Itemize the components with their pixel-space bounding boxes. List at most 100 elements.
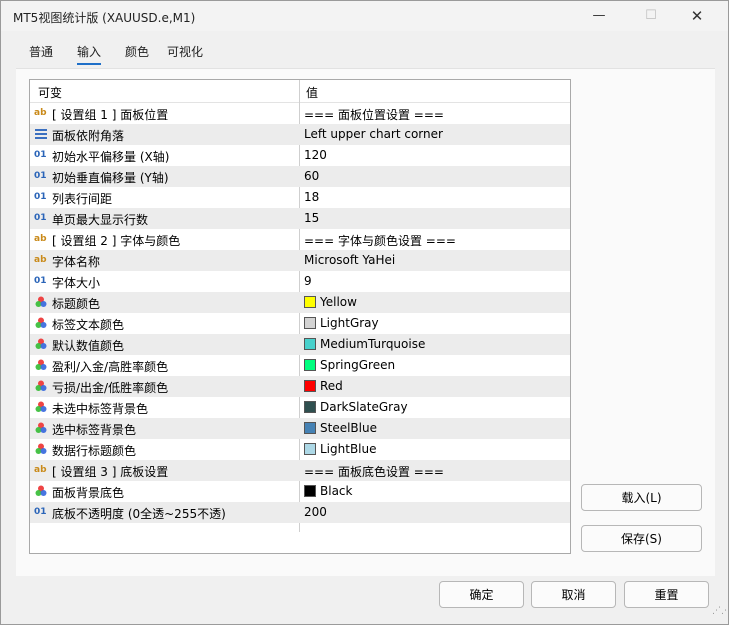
color-swatch[interactable]	[304, 317, 316, 329]
table-row[interactable]: 01 列表行间距 18	[30, 187, 570, 208]
table-row[interactable]: 01 底板不透明度 (0全透~255不透) 200	[30, 502, 570, 523]
row-value[interactable]: 200	[304, 505, 327, 519]
color-swatch[interactable]	[304, 401, 316, 413]
row-value[interactable]: 9	[304, 274, 312, 288]
color-type-icon	[34, 442, 48, 456]
number-type-icon: 01	[34, 507, 47, 517]
row-label: 初始垂直偏移量 (Y轴)	[52, 171, 169, 185]
row-value[interactable]: Left upper chart corner	[304, 127, 443, 141]
row-value[interactable]: DarkSlateGray	[320, 400, 408, 414]
row-label: 标签文本颜色	[52, 318, 125, 332]
load-button[interactable]: 载入(L)	[581, 484, 702, 511]
reset-button[interactable]: 重置	[624, 581, 709, 608]
color-swatch[interactable]	[304, 338, 316, 350]
number-type-icon: 01	[34, 150, 47, 160]
color-swatch[interactable]	[304, 296, 316, 308]
row-label: 标题颜色	[52, 297, 101, 311]
grid-header: 可变 值	[30, 80, 570, 103]
table-row[interactable]: 面板依附角落 Left upper chart corner	[30, 124, 570, 145]
table-row[interactable]: ab [ 设置组 3 ] 底板设置 === 面板底色设置 ===	[30, 460, 570, 481]
row-label: 数据行标题颜色	[52, 444, 137, 458]
title-bar: MT5视图统计版 (XAUUSD.e,M1) — ☐ ✕	[1, 1, 728, 31]
settings-dialog: MT5视图统计版 (XAUUSD.e,M1) — ☐ ✕ 普通 输入 颜色 可视…	[0, 0, 729, 625]
number-type-icon: 01	[34, 192, 47, 202]
row-value[interactable]: Black	[320, 484, 352, 498]
number-type-icon: 01	[34, 276, 47, 286]
row-label: 初始水平偏移量 (X轴)	[52, 150, 170, 164]
tab-inputs[interactable]: 输入	[77, 43, 102, 65]
row-value[interactable]: 18	[304, 190, 319, 204]
tab-general[interactable]: 普通	[29, 43, 53, 60]
table-row[interactable]: 面板背景底色 Black	[30, 481, 570, 502]
row-value[interactable]: Yellow	[320, 295, 357, 309]
table-row[interactable]: ab [ 设置组 2 ] 字体与颜色 === 字体与颜色设置 ===	[30, 229, 570, 250]
table-row[interactable]: 01 字体大小 9	[30, 271, 570, 292]
tab-colors[interactable]: 颜色	[125, 43, 149, 60]
row-value[interactable]: 120	[304, 148, 327, 162]
table-row[interactable]: 盈利/入金/高胜率颜色 SpringGreen	[30, 355, 570, 376]
color-swatch[interactable]	[304, 422, 316, 434]
color-swatch[interactable]	[304, 485, 316, 497]
number-type-icon: 01	[34, 171, 47, 181]
row-label: 单页最大显示行数	[52, 213, 149, 227]
string-type-icon: ab	[34, 234, 47, 244]
row-label: 默认数值颜色	[52, 339, 125, 353]
column-header-value[interactable]: 值	[306, 84, 318, 101]
row-value[interactable]: 15	[304, 211, 319, 225]
table-row[interactable]: 01 单页最大显示行数 15	[30, 208, 570, 229]
row-value[interactable]: === 面板位置设置 ===	[304, 106, 444, 123]
row-label: 面板依附角落	[52, 129, 125, 143]
table-row[interactable]: 亏损/出金/低胜率颜色 Red	[30, 376, 570, 397]
table-row[interactable]: 01 初始垂直偏移量 (Y轴) 60	[30, 166, 570, 187]
table-row[interactable]: 默认数值颜色 MediumTurquoise	[30, 334, 570, 355]
color-type-icon	[34, 484, 48, 498]
row-value[interactable]: SpringGreen	[320, 358, 395, 372]
color-type-icon	[34, 358, 48, 372]
table-row[interactable]: 标题颜色 Yellow	[30, 292, 570, 313]
string-type-icon: ab	[34, 465, 47, 475]
table-row[interactable]: 未选中标签背景色 DarkSlateGray	[30, 397, 570, 418]
close-button[interactable]: ✕	[674, 1, 720, 31]
string-type-icon: ab	[34, 255, 47, 265]
color-type-icon	[34, 337, 48, 351]
row-value[interactable]: MediumTurquoise	[320, 337, 425, 351]
row-label: 字体大小	[52, 276, 101, 290]
row-label: [ 设置组 2 ] 字体与颜色	[52, 234, 181, 248]
row-value[interactable]: Microsoft YaHei	[304, 253, 395, 267]
inputs-grid[interactable]: 可变 值 ab[ 设置组 1 ] 面板位置 === 面板位置设置 === 面板依附角…	[29, 79, 571, 554]
table-row[interactable]: ab 字体名称 Microsoft YaHei	[30, 250, 570, 271]
row-value[interactable]: 60	[304, 169, 319, 183]
table-row[interactable]: 标签文本颜色 LightGray	[30, 313, 570, 334]
color-swatch[interactable]	[304, 443, 316, 455]
color-swatch[interactable]	[304, 359, 316, 371]
row-label: [ 设置组 1 ] 面板位置	[52, 108, 169, 122]
row-label: 字体名称	[52, 255, 101, 269]
color-swatch[interactable]	[304, 380, 316, 392]
string-type-icon: ab	[34, 108, 47, 118]
row-label: 底板不透明度 (0全透~255不透)	[52, 507, 226, 521]
row-value[interactable]: Red	[320, 379, 343, 393]
cancel-button[interactable]: 取消	[531, 581, 616, 608]
number-type-icon: 01	[34, 213, 47, 223]
row-value[interactable]: === 面板底色设置 ===	[304, 463, 444, 480]
save-button[interactable]: 保存(S)	[581, 525, 702, 552]
color-type-icon	[34, 379, 48, 393]
table-row[interactable]: ab [ 设置组 1 ] 面板位置 === 面板位置设置 ===	[30, 103, 570, 124]
row-value[interactable]: SteelBlue	[320, 421, 377, 435]
enum-type-icon	[34, 127, 48, 141]
table-row[interactable]: 选中标签背景色 SteelBlue	[30, 418, 570, 439]
row-value[interactable]: === 字体与颜色设置 ===	[304, 232, 456, 249]
maximize-button[interactable]: ☐	[628, 1, 674, 31]
resize-grip-icon[interactable]: ⋰⋰	[712, 607, 729, 620]
row-label: 亏损/出金/低胜率颜色	[52, 381, 169, 395]
tab-visualization[interactable]: 可视化	[167, 43, 203, 60]
table-row[interactable]: 数据行标题颜色 LightBlue	[30, 439, 570, 460]
row-value[interactable]: LightBlue	[320, 442, 377, 456]
table-row[interactable]: 01 初始水平偏移量 (X轴) 120	[30, 145, 570, 166]
ok-button[interactable]: 确定	[439, 581, 524, 608]
minimize-button[interactable]: —	[576, 1, 622, 31]
row-label: 面板背景底色	[52, 486, 125, 500]
column-header-variable[interactable]: 可变	[38, 84, 62, 101]
row-label: [ 设置组 3 ] 底板设置	[52, 465, 169, 479]
row-value[interactable]: LightGray	[320, 316, 379, 330]
